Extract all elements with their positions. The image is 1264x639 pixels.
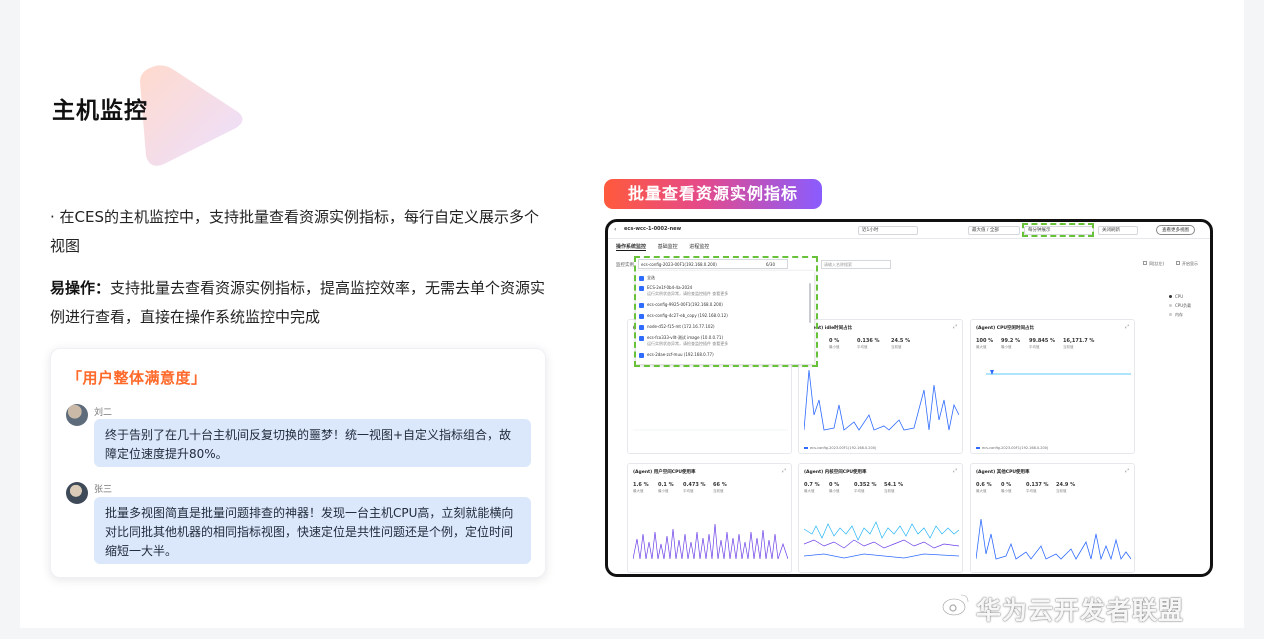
stat-current: 66 % 当前值 xyxy=(713,482,727,493)
stat-current: 16,171.7 % 当前值 xyxy=(1063,338,1095,349)
line-chart xyxy=(633,523,788,560)
stat-min: 0 % 最小值 xyxy=(1001,482,1012,493)
console-topbar: ‹ ecs-wcc-1-0002-new 近1小时 最大值 / 全部 每分钟展示… xyxy=(608,222,1210,239)
panel-title: (Agent) 内核空间CPU使用率 xyxy=(804,470,867,475)
highlight-box xyxy=(1022,223,1094,237)
page-title: 主机监控 xyxy=(52,98,148,124)
instance-title: ecs-wcc-1-0002-new xyxy=(624,226,682,232)
quote-bubble: 批量多视图简直是批量问题排查的神器！发现一台主机CPU高，立刻就能横向对比同批其… xyxy=(94,497,531,564)
stat-min: 99.2 % 最小值 xyxy=(1001,338,1021,349)
ease-paragraph: 易操作：支持批量去查看资源实例指标，提高监控效率，无需去单个资源实例进行查看，直… xyxy=(50,274,550,332)
ease-label: 易操作： xyxy=(50,279,111,297)
quote-bubble: 终于告别了在几十台主机间反复切换的噩梦！统一视图+自定义指标组合，故障定位速度提… xyxy=(94,419,531,467)
stat-current: 24.5 % 当前值 xyxy=(891,338,911,349)
more-views-button[interactable]: 查看更多视图 xyxy=(1156,225,1195,235)
weibo-icon xyxy=(941,594,969,617)
line-chart xyxy=(804,369,959,431)
avatar xyxy=(66,404,88,426)
tab-basic-monitor[interactable]: 基础监控 xyxy=(658,244,678,250)
search-input[interactable]: 请输入名称搜索 xyxy=(821,260,891,269)
expand-icon[interactable]: ⤢ xyxy=(953,324,957,330)
stat-avg: 0.136 % 平均值 xyxy=(857,338,880,349)
metric-panel: (Agent) 内核空间CPU使用率 ⤢ 0.7 % 最大值 0 % 最小值 0.3… xyxy=(798,463,963,573)
tab-process-monitor[interactable]: 进程监控 xyxy=(689,244,709,250)
panel-title: (Agent) 其他CPU使用率 xyxy=(976,470,1030,475)
panel-title: (Agent) CPU空闲时间占比 xyxy=(976,326,1035,331)
time-range-select[interactable]: 近1小时 xyxy=(858,226,918,235)
stat-current: 54.1 % 当前值 xyxy=(884,482,904,493)
checkbox-compare[interactable]: 同比(左) xyxy=(1143,261,1164,267)
tab-os-monitor[interactable]: 操作系统监控 xyxy=(616,244,647,251)
metric-panel: (Agent) 用户空间CPU使用率 ⤢ 1.6 % 最大值 0.1 % 最小值 0… xyxy=(627,463,792,573)
line-chart xyxy=(976,518,1131,561)
stat-max: 0.6 % 最大值 xyxy=(976,482,992,493)
aggregation-select[interactable]: 最大值 / 全部 xyxy=(968,226,1020,235)
stat-avg: 99.845 % 平均值 xyxy=(1029,338,1056,349)
console-tabs: 操作系统监控 基础监控 进程监控 xyxy=(616,243,719,251)
stat-min: 0.1 % 最小值 xyxy=(658,482,674,493)
user-name: 刘二 xyxy=(94,408,113,418)
watermark-text: 华为云开发者联盟 xyxy=(976,596,1185,625)
checkbox-compare-label: 同比(左) xyxy=(1149,261,1165,266)
line-chart xyxy=(633,429,788,431)
feature-pill: 批量查看资源实例指标 xyxy=(604,179,822,209)
card-title: 「用户整体满意度」 xyxy=(67,369,207,387)
stat-max: 1.6 % 最大值 xyxy=(633,482,649,493)
refresh-select[interactable]: 关闭刷新 xyxy=(1098,226,1138,235)
back-icon[interactable]: ‹ xyxy=(614,226,616,233)
stat-min: 0 % 最小值 xyxy=(829,482,840,493)
expand-icon[interactable]: ⤢ xyxy=(1125,324,1129,330)
metric-nav-item[interactable]: 内存 xyxy=(1169,310,1191,319)
stat-avg: 0.137 % 平均值 xyxy=(1026,482,1049,493)
checkbox-show-label: 开启显示 xyxy=(1182,261,1198,266)
stat-max: 0.7 % 最大值 xyxy=(804,482,820,493)
ease-text: 支持批量去查看资源实例指标，提高监控效率，无需去单个资源实例进行查看，直接在操作… xyxy=(50,279,546,326)
metric-panel: (Agent) 其他CPU使用率 ⤢ 0.6 % 最大值 0 % 最小值 0.137… xyxy=(970,463,1135,573)
avatar xyxy=(66,482,88,504)
chart-legend: ecs-config-2023-00F1(192.168.0.200) xyxy=(976,446,1048,450)
filter-label: 监控实例 xyxy=(616,263,634,268)
metric-nav-item[interactable]: CPU负载 xyxy=(1169,301,1191,310)
highlight-box xyxy=(634,256,818,367)
expand-icon[interactable]: ⤢ xyxy=(953,468,957,474)
metric-panel: (Agent) CPU空闲时间占比 ⤢ 100 % 最大值 99.2 % 最小值 9… xyxy=(970,319,1135,454)
panel-title: (Agent) 用户空间CPU使用率 xyxy=(633,470,696,475)
bullet-text: · 在CES的主机监控中，支持批量查看资源实例指标，每行自定义展示多个视图 xyxy=(50,208,540,255)
chart-legend: ecs-config-2023-00F1(192.168.0.200) xyxy=(804,446,876,450)
line-chart xyxy=(986,370,1131,375)
stat-current: 24.9 % 当前值 xyxy=(1056,482,1076,493)
metric-nav-item[interactable]: CPU xyxy=(1169,292,1191,301)
console-screenshot: ‹ ecs-wcc-1-0002-new 近1小时 最大值 / 全部 每分钟展示… xyxy=(608,222,1210,574)
line-chart xyxy=(804,521,959,559)
slide: 主机监控 · 在CES的主机监控中，支持批量查看资源实例指标，每行自定义展示多个… xyxy=(20,0,1244,628)
expand-icon[interactable]: ⤢ xyxy=(782,468,786,474)
stat-avg: 0.473 % 平均值 xyxy=(683,482,706,493)
user-name: 张三 xyxy=(94,485,113,495)
testimonial-card: 「用户整体满意度」 刘二 终于告别了在几十台主机间反复切换的噩梦！统一视图+自定… xyxy=(50,348,546,578)
expand-icon[interactable]: ⤢ xyxy=(1125,468,1129,474)
stat-max: 100 % 最大值 xyxy=(976,338,994,349)
stat-min: 0 % 最小值 xyxy=(829,338,840,349)
checkbox-show[interactable]: 开启显示 xyxy=(1176,261,1198,267)
stat-avg: 0.352 % 平均值 xyxy=(854,482,877,493)
metric-panel: (Agent) idle时间占比 ⤢ 0 %最大值 0 %最小值 0.136 %… xyxy=(798,319,963,454)
metric-nav: CPU CPU负载 内存 xyxy=(1169,292,1191,319)
screenshot-frame: ‹ ecs-wcc-1-0002-new 近1小时 最大值 / 全部 每分钟展示… xyxy=(605,219,1213,577)
